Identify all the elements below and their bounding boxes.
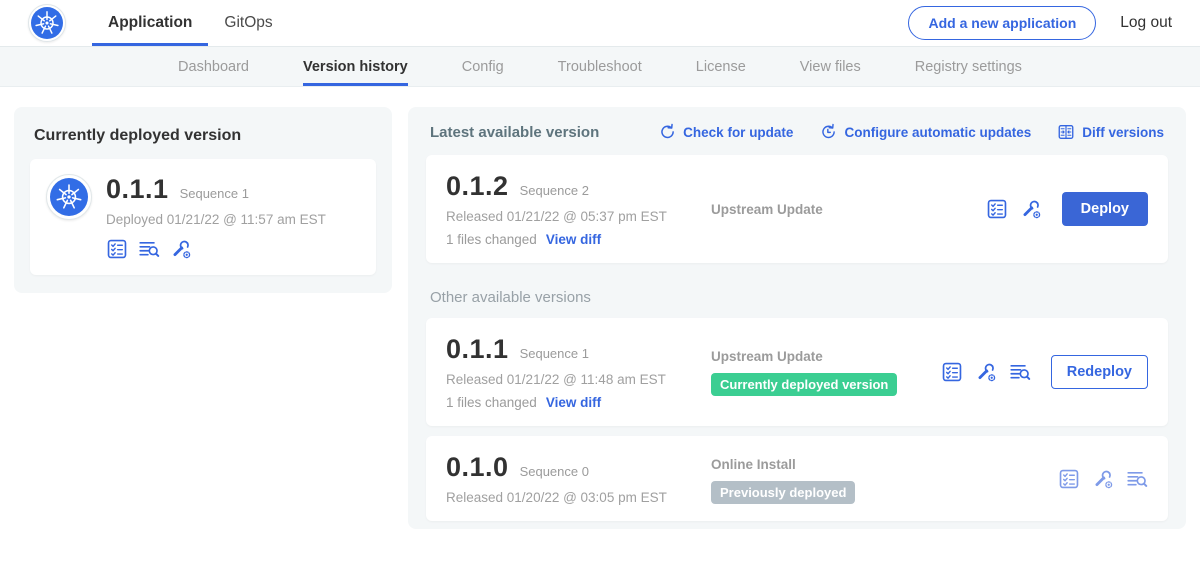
tab-troubleshoot[interactable]: Troubleshoot: [558, 47, 642, 86]
tab-version-history[interactable]: Version history: [303, 47, 408, 86]
version-card-0-1-0: 0.1.0 Sequence 0 Released 01/20/22 @ 03:…: [426, 436, 1168, 521]
currently-deployed-title: Currently deployed version: [34, 127, 376, 145]
diff-versions-link[interactable]: Diff versions: [1057, 123, 1164, 141]
released-timestamp: Released 01/21/22 @ 05:37 pm EST: [446, 209, 711, 224]
release-notes-icon[interactable]: [138, 238, 160, 260]
available-versions-panel: Latest available version Check for updat…: [408, 107, 1186, 529]
version-number: 0.1.0: [446, 452, 509, 483]
tab-registry-settings[interactable]: Registry settings: [915, 47, 1022, 86]
kubernetes-helm-icon: [31, 7, 63, 39]
release-notes-icon[interactable]: [1126, 468, 1148, 490]
preflight-checklist-icon[interactable]: [941, 361, 963, 383]
kubernetes-helm-icon: [50, 178, 88, 216]
version-source-label: Upstream Update: [711, 349, 941, 364]
currently-deployed-panel: Currently deployed version 0.1.1 Sequenc…: [14, 107, 392, 293]
diff-icon: [1057, 123, 1075, 141]
view-diff-link[interactable]: View diff: [546, 395, 601, 410]
released-timestamp: Released 01/20/22 @ 03:05 pm EST: [446, 490, 711, 505]
other-available-title: Other available versions: [430, 289, 1164, 306]
app-icon: [46, 174, 92, 220]
config-wrench-icon[interactable]: [975, 361, 997, 383]
sequence-label: Sequence 1: [520, 346, 589, 361]
view-diff-link[interactable]: View diff: [546, 232, 601, 247]
sequence-label: Sequence 0: [520, 464, 589, 479]
tab-application[interactable]: Application: [92, 0, 208, 46]
deployed-version-number: 0.1.1: [106, 174, 169, 205]
version-card-0-1-1: 0.1.1 Sequence 1 Released 01/21/22 @ 11:…: [426, 318, 1168, 426]
redeploy-button[interactable]: Redeploy: [1051, 355, 1148, 389]
main-content: Currently deployed version 0.1.1 Sequenc…: [0, 87, 1200, 549]
refresh-icon: [658, 123, 676, 141]
released-timestamp: Released 01/21/22 @ 11:48 am EST: [446, 372, 711, 387]
check-for-update-link[interactable]: Check for update: [658, 123, 793, 141]
kubernetes-logo: [28, 4, 66, 42]
version-source-label: Upstream Update: [711, 202, 986, 217]
top-header: Application GitOps Add a new application…: [0, 0, 1200, 47]
app-tabs: Application GitOps: [92, 0, 289, 46]
deploy-button[interactable]: Deploy: [1062, 192, 1148, 226]
config-wrench-icon[interactable]: [170, 238, 192, 260]
config-wrench-icon[interactable]: [1020, 198, 1042, 220]
latest-available-title: Latest available version: [430, 124, 599, 141]
release-notes-icon[interactable]: [1009, 361, 1031, 383]
config-wrench-icon[interactable]: [1092, 468, 1114, 490]
version-number: 0.1.1: [446, 334, 509, 365]
configure-automatic-updates-link[interactable]: Configure automatic updates: [819, 123, 1031, 141]
deployed-timestamp: Deployed 01/21/22 @ 11:57 am EST: [106, 212, 326, 227]
tab-gitops[interactable]: GitOps: [208, 0, 288, 46]
deployed-sequence-label: Sequence 1: [180, 186, 249, 201]
files-changed-label: 1 files changed: [446, 395, 537, 410]
sequence-label: Sequence 2: [520, 183, 589, 198]
version-source-label: Online Install: [711, 457, 1058, 472]
tab-dashboard[interactable]: Dashboard: [178, 47, 249, 86]
tab-license[interactable]: License: [696, 47, 746, 86]
preflight-checklist-icon[interactable]: [106, 238, 128, 260]
version-number: 0.1.2: [446, 171, 509, 202]
tab-config[interactable]: Config: [462, 47, 504, 86]
files-changed-label: 1 files changed: [446, 232, 537, 247]
currently-deployed-badge: Currently deployed version: [711, 373, 897, 396]
version-card-0-1-2: 0.1.2 Sequence 2 Released 01/21/22 @ 05:…: [426, 155, 1168, 263]
tab-view-files[interactable]: View files: [800, 47, 861, 86]
deployed-version-card: 0.1.1 Sequence 1 Deployed 01/21/22 @ 11:…: [30, 159, 376, 275]
auto-update-icon: [819, 123, 837, 141]
preflight-checklist-icon[interactable]: [1058, 468, 1080, 490]
previously-deployed-badge: Previously deployed: [711, 481, 855, 504]
add-new-application-button[interactable]: Add a new application: [908, 6, 1096, 40]
logout-button[interactable]: Log out: [1120, 14, 1172, 32]
app-subnav: Dashboard Version history Config Trouble…: [0, 47, 1200, 87]
preflight-checklist-icon[interactable]: [986, 198, 1008, 220]
